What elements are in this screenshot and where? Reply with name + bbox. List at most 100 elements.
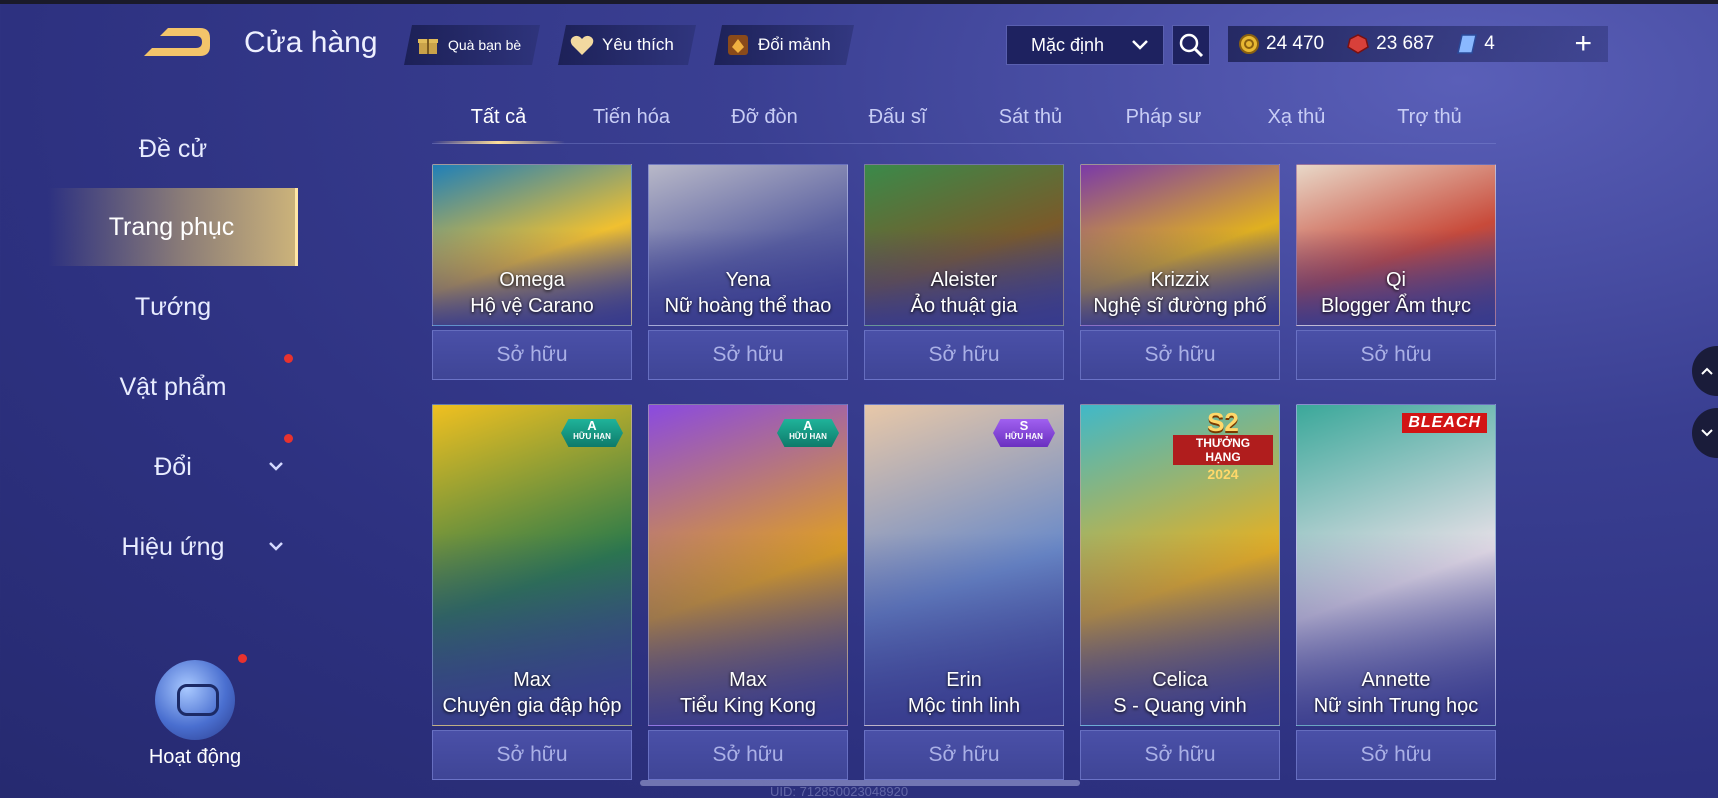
hero-name: Erin [946,669,982,691]
skin-card[interactable]: Yena Nữ hoàng thể thao Sở hữu [648,164,848,380]
skin-card[interactable]: Qi Blogger Ẩm thực Sở hữu [1296,164,1496,380]
top-edge [0,0,1718,4]
skin-card[interactable]: S HỮU HẠN Erin Mộc tinh linh Sở hữu [864,404,1064,780]
tier-badge: S HỮU HẠN [993,419,1055,447]
chevron-down-icon [268,458,284,476]
tab-support[interactable]: Trợ thủ [1363,96,1496,143]
owned-button[interactable]: Sở hữu [432,730,632,780]
sidebar-item-label: Tướng [134,292,212,321]
page-title: Cửa hàng [244,26,378,59]
sidebar-item-effects[interactable]: Hiệu ứng [48,508,298,586]
owned-button[interactable]: Sở hữu [1296,330,1496,380]
sidebar-item-heroes[interactable]: Tướng [48,268,298,346]
collab-logo: BLEACH [1402,413,1487,433]
chevron-down-icon [1701,429,1713,437]
scroll-down-button[interactable] [1692,408,1718,458]
friend-gift-label: Quà bạn bè [448,37,522,53]
notification-dot [284,354,293,363]
sidebar-item-label: Đề cử [138,134,208,163]
hero-name: Max [729,669,767,691]
exchange-shards-label: Đổi mảnh [758,35,831,54]
owned-button[interactable]: Sở hữu [1296,730,1496,780]
owned-button[interactable]: Sở hữu [864,330,1064,380]
season-reward-badge: S2 THƯỞNG HẠNG 2024 [1173,409,1273,482]
owned-button[interactable]: Sở hữu [1080,330,1280,380]
skin-name: Nghệ sĩ đường phố [1093,295,1267,317]
skin-card[interactable]: A HỮU HẠN Max Chuyên gia đập hộp Sở hữu [432,404,632,780]
heart-icon [570,33,594,57]
search-button[interactable] [1172,25,1210,65]
favorite-label: Yêu thích [602,35,674,54]
skin-artwork: Qi Blogger Ẩm thực [1296,164,1496,326]
chevron-down-icon [268,538,284,556]
currency-bar: 24 470 23 687 4 + [1228,26,1608,62]
hero-name: Celica [1152,669,1208,691]
skin-artwork: Omega Hộ vệ Carano [432,164,632,326]
gold-coin-icon [1239,34,1259,54]
hero-name: Annette [1361,669,1431,691]
skin-artwork: Yena Nữ hoàng thể thao [648,164,848,326]
sidebar-item-skins[interactable]: Trang phục [48,188,298,266]
voucher-amount: 4 [1484,33,1495,54]
skin-name: Blogger Ẩm thực [1320,295,1472,317]
skin-name: Ảo thuật gia [910,295,1018,317]
owned-button[interactable]: Sở hữu [864,730,1064,780]
skin-card[interactable]: Aleister Ảo thuật gia Sở hữu [864,164,1064,380]
sidebar-item-label: Trang phục [108,212,235,241]
skin-artwork: S HỮU HẠN Erin Mộc tinh linh [864,404,1064,726]
tab-assassin[interactable]: Sát thủ [964,96,1097,143]
sort-value: Mặc định [1031,34,1105,55]
tab-fighter[interactable]: Đấu sĩ [831,96,964,143]
sidebar-item-label: Hiệu ứng [121,532,225,561]
voucher-currency: 4 [1456,33,1495,55]
skin-name: Nữ sinh Trung học [1313,695,1479,717]
skin-name: Chuyên gia đập hộp [442,695,622,717]
favorite-button[interactable]: Yêu thích [558,25,696,65]
ruby-currency: 23 687 [1346,33,1434,55]
skin-card[interactable]: Krizzix Nghệ sĩ đường phố Sở hữu [1080,164,1280,380]
sidebar-item-items[interactable]: Vật phẩm [48,348,298,426]
sidebar-item-recommended[interactable]: Đề cử [48,110,298,188]
tab-marksman[interactable]: Xạ thủ [1230,96,1363,143]
skin-name: Nữ hoàng thể thao [664,295,832,317]
skin-artwork: Aleister Ảo thuật gia [864,164,1064,326]
skin-card[interactable]: S2 THƯỞNG HẠNG 2024 Celica S - Quang vin… [1080,404,1280,780]
skin-card[interactable]: BLEACH Annette Nữ sinh Trung học Sở hữu [1296,404,1496,780]
search-icon [1179,33,1204,58]
back-button[interactable] [140,22,214,62]
friend-gift-button[interactable]: Quà bạn bè [404,25,540,65]
skin-artwork: A HỮU HẠN Max Tiểu King Kong [648,404,848,726]
skin-artwork: S2 THƯỞNG HẠNG 2024 Celica S - Quang vin… [1080,404,1280,726]
hero-name: Aleister [930,269,998,291]
owned-button[interactable]: Sở hữu [648,330,848,380]
activity-label: Hoạt động [148,746,242,768]
gold-amount: 24 470 [1266,33,1325,54]
ruby-amount: 23 687 [1376,33,1435,54]
scroll-up-button[interactable] [1692,346,1718,396]
activity-icon [155,660,235,740]
sidebar-item-exchange[interactable]: Đổi [48,428,298,506]
skin-name: Mộc tinh linh [907,695,1021,717]
add-currency-button[interactable]: + [1574,28,1592,60]
hero-name: Max [513,669,551,691]
sort-dropdown[interactable]: Mặc định [1006,25,1164,65]
owned-button[interactable]: Sở hữu [432,330,632,380]
skin-artwork: A HỮU HẠN Max Chuyên gia đập hộp [432,404,632,726]
hero-name: Omega [499,269,565,291]
skin-card[interactable]: Omega Hộ vệ Carano Sở hữu [432,164,632,380]
tab-all[interactable]: Tất cả [432,96,565,144]
user-id: UID: 712850023048920 [770,784,909,798]
owned-button[interactable]: Sở hữu [1080,730,1280,780]
notification-dot [284,434,293,443]
activity-button[interactable]: Hoạt động [140,660,250,780]
tab-tank[interactable]: Đỡ đòn [698,96,831,143]
skin-artwork: Krizzix Nghệ sĩ đường phố [1080,164,1280,326]
tier-badge: A HỮU HẠN [777,419,839,447]
tab-mage[interactable]: Pháp sư [1097,96,1230,143]
skin-name: Hộ vệ Carano [470,295,594,317]
skin-card[interactable]: A HỮU HẠN Max Tiểu King Kong Sở hữu [648,404,848,780]
owned-button[interactable]: Sở hữu [648,730,848,780]
tab-evolution[interactable]: Tiến hóa [565,96,698,143]
chevron-up-icon [1701,367,1713,375]
exchange-shards-button[interactable]: Đổi mảnh [714,25,854,65]
